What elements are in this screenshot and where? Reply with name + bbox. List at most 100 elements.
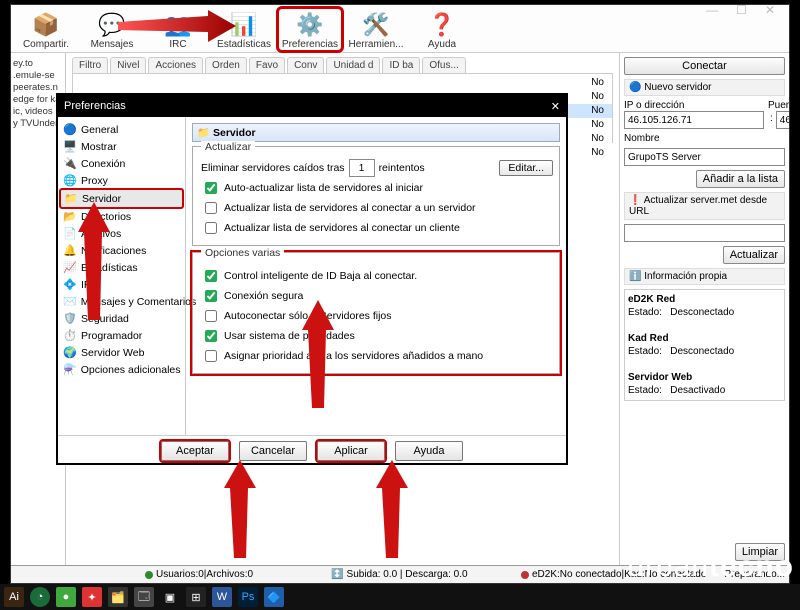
task-icon[interactable]: ●	[56, 587, 76, 607]
ip-input[interactable]	[624, 111, 764, 129]
task-icon[interactable]: ▣	[160, 587, 180, 607]
column-headers: Filtro Nivel Acciones Orden Favo Conv Un…	[66, 53, 619, 73]
users-icon	[145, 571, 153, 579]
port-input[interactable]	[776, 111, 789, 129]
maximize-button[interactable]: ☐	[736, 3, 747, 17]
name-label: Nombre	[624, 133, 785, 144]
gear-icon: ⚙️	[279, 11, 341, 39]
col[interactable]: Conv	[287, 57, 324, 73]
server-panel: 📁 Servidor Actualizar Eliminar servidore…	[186, 117, 566, 435]
task-icon[interactable]: 🗔	[134, 587, 154, 607]
cat-display[interactable]: 🖥️Mostrar	[60, 138, 183, 155]
help-icon: ❓	[411, 11, 473, 39]
mail-icon: ✉️	[63, 295, 77, 308]
plug-icon: 🔌	[63, 157, 77, 170]
tools-icon: 🛠️	[345, 11, 407, 39]
chk-secure-conn[interactable]: Conexión segura	[201, 287, 553, 305]
minimize-button[interactable]: —	[706, 3, 718, 17]
help-button[interactable]: Ayuda	[395, 441, 463, 461]
task-icon[interactable]: 🗂️	[108, 587, 128, 607]
task-icon[interactable]: Ai	[4, 587, 24, 607]
arrow-icon	[376, 460, 410, 560]
close-button[interactable]: ✕	[765, 3, 775, 17]
task-icon[interactable]: W	[212, 587, 232, 607]
col[interactable]: Nivel	[110, 57, 146, 73]
folder-icon: 📁	[64, 192, 78, 205]
col[interactable]: Acciones	[148, 57, 203, 73]
toolbar-tools[interactable]: 🛠️Herramien...	[345, 9, 407, 50]
world-icon: 🌍	[63, 346, 77, 359]
cat-general[interactable]: 🔵General	[60, 121, 183, 138]
add-to-list-button[interactable]: Añadir a la lista	[696, 170, 785, 188]
task-icon[interactable]: ◔	[30, 587, 50, 607]
chk-update-on-client[interactable]: Actualizar lista de servidores al conect…	[201, 219, 553, 237]
arrow-icon	[302, 300, 336, 410]
task-icon[interactable]: ⊞	[186, 587, 206, 607]
globe-icon: 🌐	[63, 174, 77, 187]
bell-icon: 🔔	[63, 244, 77, 257]
task-icon[interactable]: 🔷	[264, 587, 284, 607]
col[interactable]: Orden	[205, 57, 247, 73]
irc-icon: 💠	[63, 278, 77, 291]
cancel-button[interactable]: Cancelar	[239, 441, 307, 461]
file-icon: 📄	[63, 227, 77, 240]
cat-scheduler[interactable]: ⏱️Programador	[60, 327, 183, 344]
chk-priority-system[interactable]: Usar sistema de prioridades	[201, 327, 553, 345]
dialog-buttons: Aceptar Cancelar Aplicar Ayuda	[58, 435, 566, 465]
col[interactable]: ID ba	[382, 57, 420, 73]
flask-icon: ⚗️	[63, 363, 77, 376]
folder2-icon: 📂	[63, 210, 77, 223]
col[interactable]: Unidad d	[326, 57, 380, 73]
speed-icon: ↕️	[331, 569, 343, 580]
dialog-titlebar[interactable]: Preferencias ✕	[58, 95, 566, 117]
chk-smart-lowid[interactable]: Control inteligente de ID Baja al conect…	[201, 267, 553, 285]
task-icon[interactable]: Ps	[238, 587, 258, 607]
taskbar: Ai ◔ ● ✦ 🗂️ 🗔 ▣ ⊞ W Ps 🔷	[0, 584, 800, 610]
monitor-icon: 🖥️	[63, 140, 77, 153]
shield-icon: 🛡️	[63, 312, 77, 325]
col[interactable]: Filtro	[72, 57, 108, 73]
misc-options-group: Opciones varias Control inteligente de I…	[192, 252, 560, 374]
update-group: Actualizar Eliminar servidores caídos tr…	[192, 146, 560, 246]
status-speed: Subida: 0.0 | Descarga: 0.0	[347, 569, 468, 580]
new-server-title: 🔵 Nuevo servidor	[624, 79, 785, 96]
chk-update-on-server[interactable]: Actualizar lista de servidores al conect…	[201, 199, 553, 217]
toolbar-preferences[interactable]: ⚙️Preferencias	[279, 9, 341, 50]
arrow-icon	[118, 10, 238, 50]
chk-autoupdate-start[interactable]: Auto-actualizar lista de servidores al i…	[201, 179, 553, 197]
update-servermet-button[interactable]: Actualizar	[723, 246, 785, 264]
status-users: Usuarios:0|Archivos:0	[156, 569, 253, 580]
cat-connection[interactable]: 🔌Conexión	[60, 155, 183, 172]
edit-list-button[interactable]: Editar...	[499, 160, 553, 176]
graph-icon: 📈	[63, 261, 77, 274]
ip-label: IP o dirección	[624, 100, 764, 111]
connect-button[interactable]: Conectar	[624, 57, 785, 75]
chk-autoconnect-static[interactable]: Autoconectar sólo a Servidores fijos	[201, 307, 553, 325]
right-column: Conectar 🔵 Nuevo servidor IP o dirección…	[619, 53, 789, 565]
dialog-close-icon[interactable]: ✕	[551, 100, 560, 113]
apply-button[interactable]: Aplicar	[317, 441, 385, 461]
chk-high-prio-manual[interactable]: Asignar prioridad alta a los servidores …	[201, 347, 553, 365]
task-icon[interactable]: ✦	[82, 587, 102, 607]
toolbar-share[interactable]: 📦Compartir.	[15, 9, 77, 50]
retries-input[interactable]	[349, 159, 375, 177]
name-input[interactable]	[624, 148, 785, 166]
servermet-url-input[interactable]	[624, 224, 785, 242]
col[interactable]: Favo	[249, 57, 285, 73]
col[interactable]: Ofus...	[422, 57, 465, 73]
toolbar-help[interactable]: ❓Ayuda	[411, 9, 473, 50]
net-icon	[521, 571, 529, 579]
cat-proxy[interactable]: 🌐Proxy	[60, 172, 183, 189]
list-row[interactable]: No	[73, 76, 612, 90]
circle-icon: 🔵	[63, 123, 77, 136]
arrow-icon	[224, 460, 258, 560]
cat-advanced[interactable]: ⚗️Opciones adicionales	[60, 361, 183, 378]
own-info-box: eD2K Red Estado: Desconectado Kad Red Es…	[624, 289, 785, 401]
watermark: urbantecno	[627, 550, 794, 584]
window-controls: — ☐ ✕	[706, 3, 775, 17]
port-label: Puerto	[768, 100, 789, 111]
clock-icon: ⏱️	[63, 329, 77, 342]
cat-webserver[interactable]: 🌍Servidor Web	[60, 344, 183, 361]
ok-button[interactable]: Aceptar	[161, 441, 229, 461]
arrow-icon	[78, 202, 112, 322]
